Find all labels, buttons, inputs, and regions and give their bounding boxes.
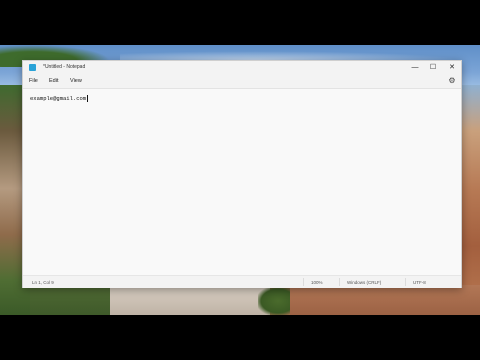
line-ending[interactable]: Windows (CRLF) <box>347 279 381 286</box>
editor-content[interactable]: example@gmail.com <box>30 95 89 103</box>
minimize-button[interactable]: — <box>406 61 424 74</box>
encoding[interactable]: UTF-8 <box>413 279 426 286</box>
menu-edit[interactable]: Edit <box>49 77 58 85</box>
zoom-level[interactable]: 100% <box>311 279 323 286</box>
cursor-position: Ln 1, Col 9 <box>32 280 54 285</box>
text-caret <box>87 95 89 103</box>
wallpaper-canyon-floor <box>290 285 480 315</box>
wallpaper-rock <box>110 285 270 315</box>
status-divider <box>303 278 304 286</box>
notepad-app-icon <box>29 64 36 71</box>
status-divider <box>405 278 406 286</box>
menu-file[interactable]: File <box>29 77 38 85</box>
gear-icon[interactable]: ⚙ <box>447 76 457 86</box>
menu-bar: File Edit View ⚙ <box>23 74 461 89</box>
wallpaper-canyon-right <box>460 85 480 315</box>
menu-view[interactable]: View <box>70 77 82 85</box>
status-divider <box>339 278 340 286</box>
close-button[interactable]: ✕ <box>443 61 461 74</box>
title-bar[interactable]: *Untitled - Notepad — ☐ ✕ <box>23 61 461 74</box>
notepad-window: *Untitled - Notepad — ☐ ✕ File Edit View… <box>22 60 462 288</box>
window-title: *Untitled - Notepad <box>43 64 86 70</box>
editor-line-1: example@gmail.com <box>30 95 87 102</box>
status-bar: Ln 1, Col 9 100% Windows (CRLF) UTF-8 <box>23 275 461 288</box>
maximize-button[interactable]: ☐ <box>424 61 442 74</box>
text-editor[interactable]: example@gmail.com <box>23 89 461 275</box>
